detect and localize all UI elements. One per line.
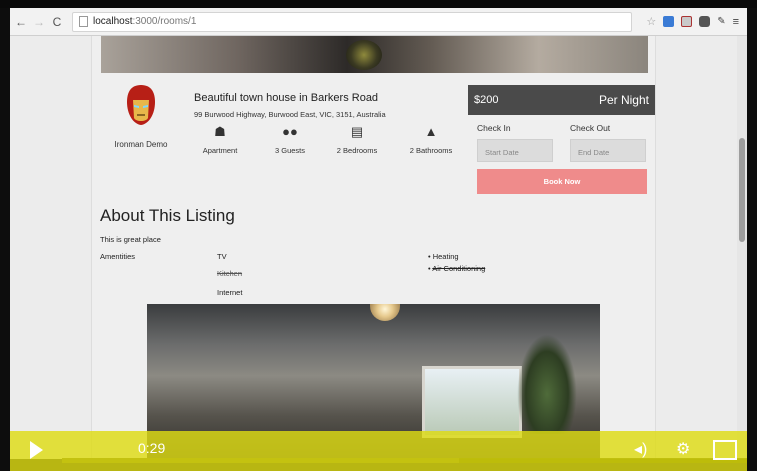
listing-title: Beautiful town house in Barkers Road: [194, 92, 379, 104]
extension-icon[interactable]: [663, 16, 675, 27]
room-photo-lamp: [370, 304, 400, 321]
feature-apartment: ☗ Apartment: [190, 124, 250, 155]
evernote-icon[interactable]: ✎: [717, 16, 725, 27]
end-date-input[interactable]: End Date: [570, 139, 646, 162]
volume-icon[interactable]: ◂): [634, 439, 647, 459]
bed-icon: ▤: [350, 124, 364, 139]
fullscreen-icon[interactable]: [713, 440, 737, 460]
amenity-item: TV: [217, 252, 227, 261]
page-scrollbar[interactable]: [737, 36, 747, 459]
window-top-edge: [0, 0, 757, 8]
book-now-button[interactable]: Book Now: [477, 169, 647, 194]
feature-bedrooms: ▤ 2 Bedrooms: [327, 124, 387, 155]
amenity-item: Air Conditioning: [428, 264, 485, 273]
browser-toolbar: ← → C localhost:3000/rooms/1 ☆ ✎ ≡: [10, 8, 747, 36]
avatar: [127, 85, 155, 125]
feature-label: 2 Bathrooms: [409, 146, 453, 155]
url-path: :3000/rooms/1: [132, 16, 197, 27]
gear-icon[interactable]: ⚙: [676, 439, 690, 459]
price-bar: $200 Per Night: [468, 85, 655, 115]
video-controls: 0:29 ◂) ⚙: [10, 431, 747, 471]
page-viewport: Ironman Demo Beautiful town house in Bar…: [10, 36, 737, 459]
bookmark-star-icon[interactable]: ☆: [646, 15, 656, 28]
feature-guests: ●● 3 Guests: [260, 124, 320, 155]
progress-fill: [62, 458, 460, 463]
feature-label: Apartment: [202, 146, 238, 155]
host-name[interactable]: Ironman Demo: [103, 140, 179, 149]
screen: ← → C localhost:3000/rooms/1 ☆ ✎ ≡ Iron…: [0, 0, 757, 471]
feature-label: 3 Guests: [274, 146, 305, 155]
extension-icon[interactable]: [681, 16, 693, 27]
scrollbar-thumb[interactable]: [739, 138, 745, 242]
play-icon[interactable]: [30, 441, 43, 459]
pocket-icon[interactable]: [699, 16, 711, 27]
check-out-label: Check Out: [570, 123, 611, 133]
back-arrow-icon[interactable]: ←: [14, 15, 28, 29]
page-content: Ironman Demo Beautiful town house in Bar…: [91, 36, 656, 459]
extension-icons: ☆ ✎ ≡: [646, 15, 747, 29]
room-photo-plant: [517, 334, 577, 434]
amenities-label: Amentities: [100, 252, 136, 261]
bath-icon: ▲: [424, 124, 438, 139]
reload-icon[interactable]: C: [50, 15, 64, 29]
feature-bathrooms: ▲ 2 Bathrooms: [401, 124, 461, 155]
url-host: localhost: [93, 16, 133, 27]
booking-panel: $200 Per Night Check In Check Out Start …: [468, 85, 655, 195]
price-value: $200: [474, 94, 499, 106]
page-icon: [79, 16, 88, 27]
home-icon: ☗: [214, 124, 226, 139]
start-date-input[interactable]: Start Date: [477, 139, 553, 162]
guests-icon: ●●: [282, 124, 298, 139]
amenity-item-unavailable: Air Conditioning: [432, 264, 486, 273]
address-bar[interactable]: localhost:3000/rooms/1: [72, 11, 632, 32]
amenity-item: Heating: [428, 252, 459, 261]
listing-description: This is great place: [100, 235, 161, 244]
room-photo-window: [422, 366, 522, 438]
feature-label: 2 Bedrooms: [336, 146, 378, 155]
listing-address: 99 Burwood Highway, Burwood East, VIC, 3…: [194, 110, 386, 119]
check-in-label: Check In: [477, 123, 511, 133]
amenity-item: Internet: [217, 288, 243, 297]
price-unit: Per Night: [598, 93, 649, 107]
about-heading: About This Listing: [100, 206, 235, 225]
menu-icon[interactable]: ≡: [733, 16, 739, 28]
hero-photo-vase: [346, 40, 382, 70]
amenity-item-unavailable: Kitchen: [217, 269, 243, 278]
forward-arrow-icon[interactable]: →: [32, 15, 46, 29]
hero-photo: [101, 36, 648, 73]
playback-time: 0:29: [138, 440, 166, 456]
